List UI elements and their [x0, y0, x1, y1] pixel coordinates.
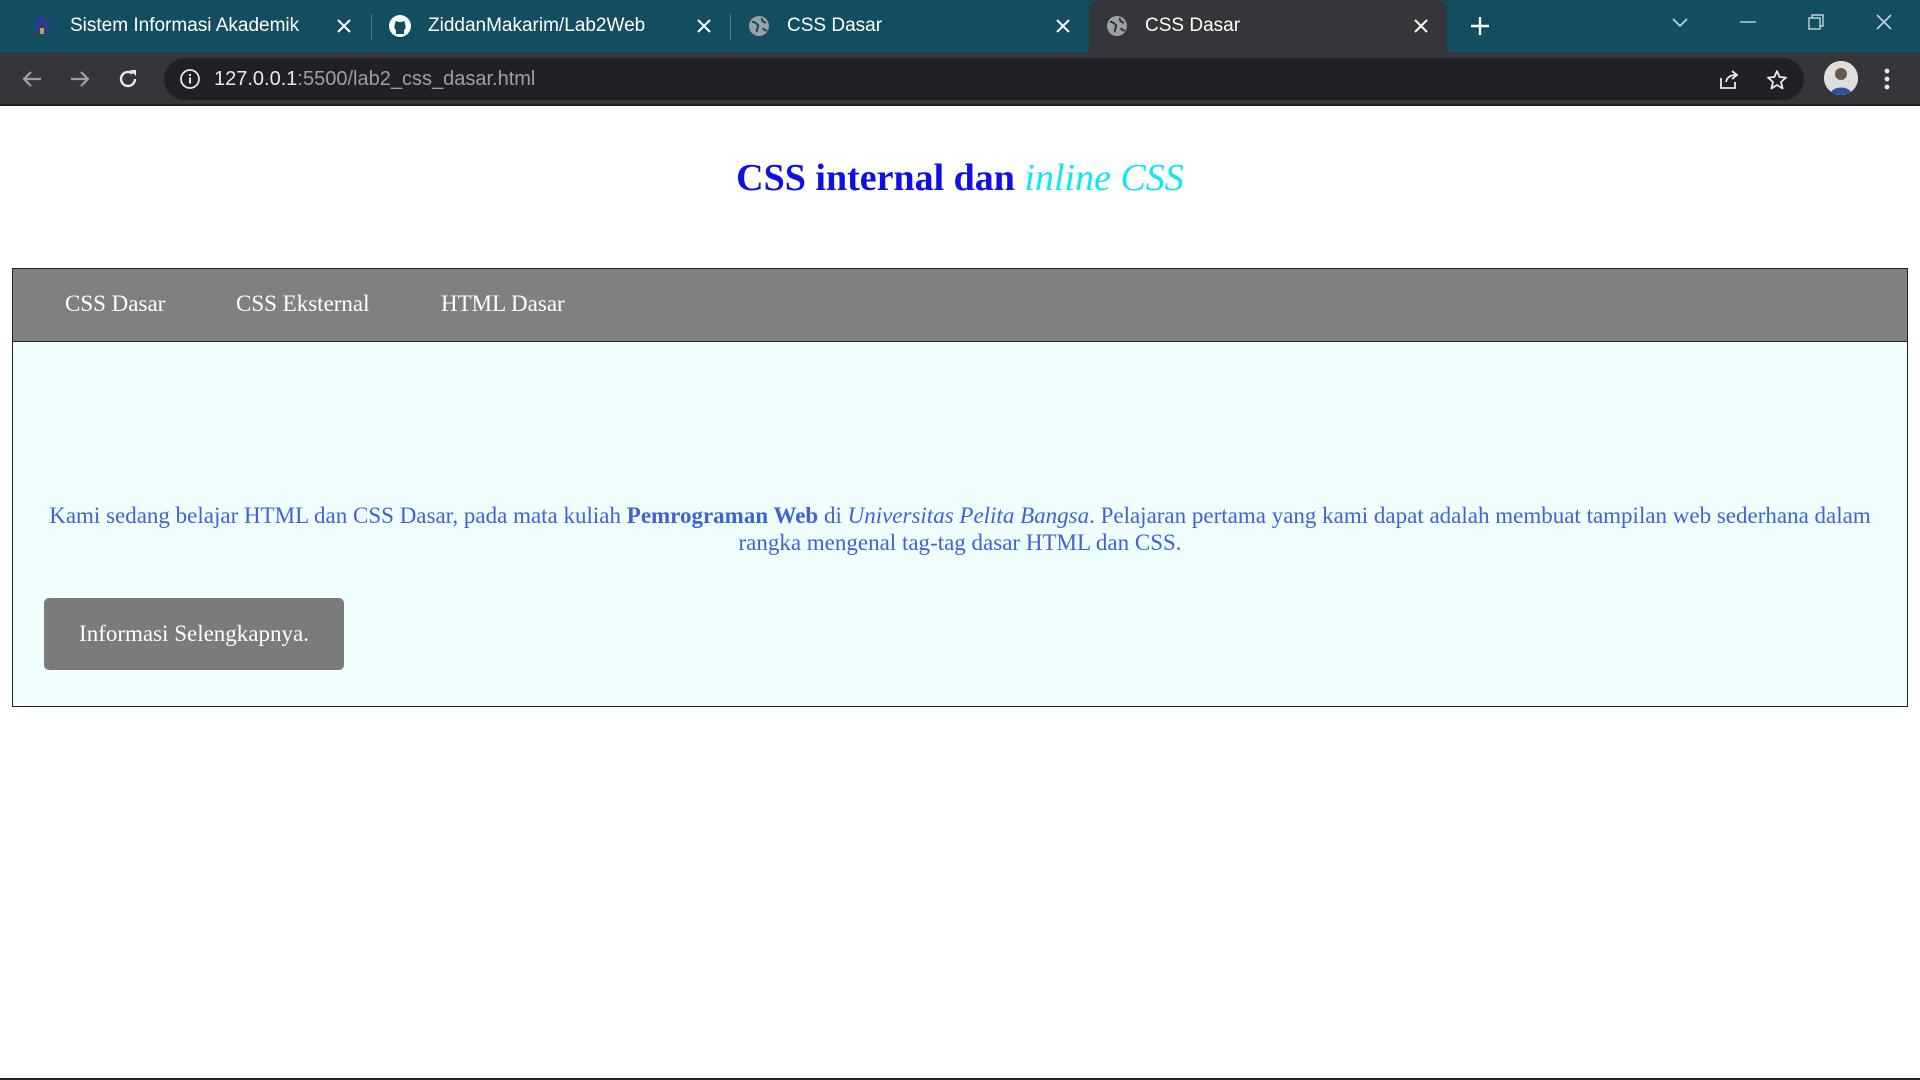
forward-arrow-icon[interactable]: [64, 63, 96, 95]
heading-inline-css: inline CSS: [1024, 157, 1184, 199]
tab-title: ZiddanMakarim/Lab2Web: [428, 15, 646, 36]
intro-paragraph: Kami sedang belajar HTML dan CSS Dasar, …: [37, 502, 1883, 556]
tab-title: CSS Dasar: [787, 15, 883, 36]
nav-link-css-dasar[interactable]: CSS Dasar: [65, 291, 165, 317]
tab-search-chevron-down-icon[interactable]: [1662, 8, 1698, 36]
campus-logo-icon: [30, 14, 54, 38]
nav-link-css-eksternal[interactable]: CSS Eksternal: [236, 291, 370, 317]
globe-icon: [1105, 14, 1129, 38]
university-name: Universitas Pelita Bangsa: [847, 503, 1090, 528]
close-icon[interactable]: [1409, 14, 1433, 38]
more-options-icon[interactable]: [1874, 65, 1900, 93]
address-bar[interactable]: 127.0.0.1:5500/lab2_css_dasar.html: [164, 58, 1804, 100]
back-arrow-icon[interactable]: [16, 63, 48, 95]
close-icon[interactable]: [1051, 14, 1075, 38]
tab-css-dasar[interactable]: CSS Dasar: [731, 0, 1089, 52]
nav-link-html-dasar[interactable]: HTML Dasar: [441, 291, 565, 317]
nav-bar: CSS Dasar CSS Eksternal HTML Dasar: [12, 268, 1908, 342]
tab-title: CSS Dasar: [1145, 15, 1241, 36]
info-icon[interactable]: [178, 67, 202, 91]
bookmark-star-icon[interactable]: [1764, 67, 1790, 93]
content-box: Kami sedang belajar HTML dan CSS Dasar, …: [12, 341, 1908, 707]
tab-css-dasar-active[interactable]: CSS Dasar: [1089, 0, 1447, 52]
url-text[interactable]: 127.0.0.1:5500/lab2_css_dasar.html: [214, 68, 535, 91]
paragraph-text: Kami sedang belajar HTML dan CSS Dasar, …: [49, 503, 627, 528]
course-name: Pemrograman Web: [626, 503, 819, 528]
url-host: 127.0.0.1: [214, 68, 298, 90]
url-path: :5500/lab2_css_dasar.html: [297, 68, 536, 90]
share-icon[interactable]: [1716, 67, 1742, 93]
close-icon[interactable]: [332, 14, 356, 38]
reload-icon[interactable]: [112, 63, 144, 95]
tab-strip: Sistem Informasi Akademik ZiddanMakarim/…: [0, 0, 1920, 52]
globe-icon: [747, 14, 771, 38]
tab-github[interactable]: ZiddanMakarim/Lab2Web: [372, 0, 730, 52]
tab-sistem-informasi[interactable]: Sistem Informasi Akademik: [0, 0, 370, 52]
web-page: CSS internal dan inline CSS CSS Dasar CS…: [0, 106, 1920, 1078]
more-info-button[interactable]: Informasi Selengkapnya.: [44, 598, 344, 670]
window-close-icon[interactable]: [1866, 8, 1902, 36]
new-tab-button[interactable]: [1466, 12, 1494, 40]
profile-avatar[interactable]: [1824, 61, 1858, 95]
tab-title: Sistem Informasi Akademik: [70, 15, 300, 36]
minimize-icon[interactable]: [1730, 8, 1766, 36]
restore-icon[interactable]: [1798, 8, 1834, 36]
close-icon[interactable]: [692, 14, 716, 38]
browser-toolbar: 127.0.0.1:5500/lab2_css_dasar.html: [0, 52, 1920, 106]
paragraph-text: di: [818, 503, 848, 528]
github-icon: [388, 14, 412, 38]
page-title: CSS internal dan inline CSS: [0, 156, 1920, 200]
heading-main: CSS internal dan: [736, 157, 1025, 199]
